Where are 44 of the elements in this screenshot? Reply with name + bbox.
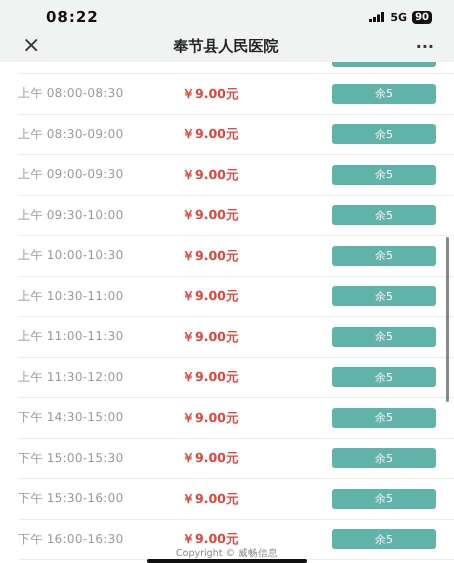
- slot-price: ￥9.00元: [182, 370, 239, 384]
- slot-time: 上午 08:30-09:00: [18, 126, 125, 143]
- slot-time: 上午 09:00-09:30: [18, 166, 125, 184]
- signal-icon: [369, 12, 386, 22]
- slot-time: 下午 16:00-16:30: [18, 530, 125, 548]
- slot-price: ￥9.00元: [182, 248, 239, 263]
- page-title: 奉节县人民医院: [174, 36, 278, 56]
- slot-time: 下午 15:00-15:30: [18, 450, 125, 467]
- slot-button[interactable]: 余5: [332, 488, 436, 509]
- slot-time: 下午 15:30-16:00: [18, 490, 125, 508]
- slot-price: ￥9.00元: [182, 208, 239, 222]
- slot-button[interactable]: 余5: [332, 205, 436, 226]
- slot-price: ￥9.00元: [182, 289, 239, 304]
- copyright-text: Copyright © 威畅信息: [176, 548, 278, 559]
- slot-button[interactable]: 余5: [332, 326, 436, 347]
- slot-price: ￥9.00元: [182, 492, 239, 506]
- slot-button[interactable]: 余5: [332, 84, 436, 104]
- slot-time: 上午 09:30-10:00: [18, 206, 125, 224]
- slot-price: ￥9.00元: [182, 451, 239, 466]
- slot-time: 下午 14:30-15:00: [18, 409, 125, 426]
- more-button[interactable]: ···: [410, 36, 434, 56]
- slot-button[interactable]: 余5: [332, 286, 436, 306]
- slot-time: 上午 11:30-12:00: [18, 368, 125, 386]
- slot-price: ￥9.00元: [182, 410, 239, 425]
- slot-price: ￥9.00元: [182, 86, 239, 101]
- slot-button[interactable]: 余5: [332, 448, 436, 468]
- slot-time: 上午 11:00-11:30: [18, 328, 125, 346]
- slot-button[interactable]: 余5: [332, 408, 436, 428]
- close-button[interactable]: ×: [22, 35, 42, 57]
- slot-button[interactable]: 余5: [332, 529, 436, 550]
- slot-time: 上午 10:00-10:30: [18, 247, 125, 264]
- slot-price: ￥9.00元: [182, 330, 239, 344]
- slot-price: ￥9.00元: [182, 532, 239, 546]
- network-type: 5G: [390, 10, 408, 24]
- slot-button[interactable]: 余5: [332, 164, 436, 185]
- slot-button[interactable]: 余5: [332, 367, 436, 388]
- slot-price: ￥9.00元: [182, 168, 239, 182]
- slot-button[interactable]: 余5: [332, 124, 436, 144]
- slot-time: 上午 08:00-08:30: [18, 85, 125, 102]
- battery-level: 90: [412, 10, 432, 24]
- slot-button[interactable]: 余5: [332, 246, 436, 266]
- status-time: 08:22: [46, 8, 99, 26]
- slot-price: ￥9.00元: [182, 127, 239, 142]
- slot-time: 上午 10:30-11:00: [18, 288, 125, 305]
